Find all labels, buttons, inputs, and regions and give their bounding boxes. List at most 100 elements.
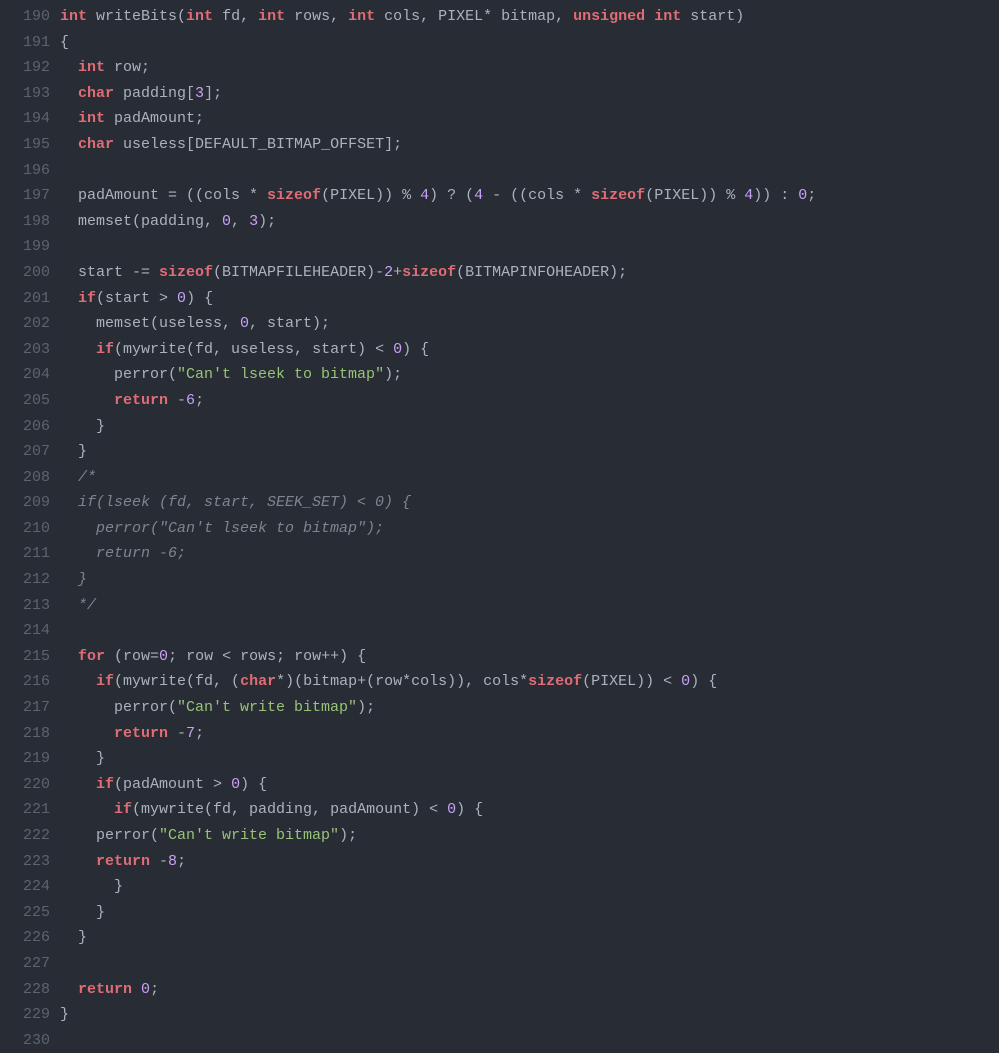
token-ident: (PIXEL)) % (645, 187, 744, 204)
token-keyword: int (78, 59, 105, 76)
line-number: 192 (0, 55, 50, 81)
token-keyword: return (96, 853, 150, 870)
token-num: 3 (249, 213, 258, 230)
code-area[interactable]: int writeBits(int fd, int rows, int cols… (60, 4, 999, 1053)
token-keyword: return (114, 725, 168, 742)
token-ident: row; (105, 59, 150, 76)
code-line[interactable]: memset(useless, 0, start); (60, 311, 999, 337)
line-number: 220 (0, 772, 50, 798)
line-number: 226 (0, 925, 50, 951)
token-ident: ) ? ( (429, 187, 474, 204)
code-line[interactable]: return -8; (60, 849, 999, 875)
line-number: 195 (0, 132, 50, 158)
line-number: 230 (0, 1028, 50, 1053)
code-line[interactable]: { (60, 30, 999, 56)
code-line[interactable]: return -7; (60, 721, 999, 747)
token-keyword: int (654, 8, 681, 25)
token-keyword: int (186, 8, 213, 25)
code-line[interactable]: if(mywrite(fd, padding, padAmount) < 0) … (60, 797, 999, 823)
code-line[interactable] (60, 1028, 999, 1053)
code-line[interactable]: return -6; (60, 388, 999, 414)
token-keyword2: sizeof (402, 264, 456, 281)
code-line[interactable]: char useless[DEFAULT_BITMAP_OFFSET]; (60, 132, 999, 158)
code-line[interactable]: for (row=0; row < rows; row++) { (60, 644, 999, 670)
token-ident: (start > (96, 290, 177, 307)
code-line[interactable]: if(mywrite(fd, (char*)(bitmap+(row*cols)… (60, 669, 999, 695)
code-line[interactable]: } (60, 414, 999, 440)
code-line[interactable] (60, 951, 999, 977)
code-line[interactable]: } (60, 746, 999, 772)
code-line[interactable]: if(lseek (fd, start, SEEK_SET) < 0) { (60, 490, 999, 516)
token-ident: , (231, 213, 249, 230)
token-ident: ) { (456, 801, 483, 818)
code-line[interactable]: perror("Can't lseek to bitmap"); (60, 362, 999, 388)
code-line[interactable]: } (60, 925, 999, 951)
token-string: "Can't write bitmap" (177, 699, 357, 716)
token-comment: if(lseek (fd, start, SEEK_SET) < 0) { (60, 494, 411, 511)
token-ident (60, 136, 78, 153)
line-number: 225 (0, 900, 50, 926)
code-line[interactable] (60, 234, 999, 260)
token-keyword: int (258, 8, 285, 25)
line-number: 201 (0, 286, 50, 312)
token-ident: ) { (690, 673, 717, 690)
token-ident (60, 85, 78, 102)
code-line[interactable]: */ (60, 593, 999, 619)
code-line[interactable]: int padAmount; (60, 106, 999, 132)
token-ident: (mywrite(fd, useless, start) < (114, 341, 393, 358)
code-line[interactable] (60, 618, 999, 644)
line-number: 194 (0, 106, 50, 132)
token-ident: *)(bitmap+(row*cols)), cols* (276, 673, 528, 690)
code-line[interactable]: } (60, 900, 999, 926)
token-ident: start) (681, 8, 744, 25)
token-keyword: char (78, 136, 114, 153)
code-line[interactable]: if(padAmount > 0) { (60, 772, 999, 798)
code-line[interactable]: perror("Can't write bitmap"); (60, 823, 999, 849)
code-line[interactable]: padAmount = ((cols * sizeof(PIXEL)) % 4)… (60, 183, 999, 209)
token-ident: } (60, 878, 123, 895)
code-line[interactable]: } (60, 874, 999, 900)
code-line[interactable]: return -6; (60, 541, 999, 567)
token-ident: (row= (105, 648, 159, 665)
token-ident: ); (357, 699, 375, 716)
token-keyword: if (96, 341, 114, 358)
token-ident: ); (258, 213, 276, 230)
code-line[interactable]: /* (60, 465, 999, 491)
token-ident (60, 392, 114, 409)
token-ident (60, 290, 78, 307)
token-num: 2 (384, 264, 393, 281)
line-number: 196 (0, 158, 50, 184)
token-ident (60, 801, 114, 818)
code-line[interactable]: if(start > 0) { (60, 286, 999, 312)
token-ident: useless[DEFAULT_BITMAP_OFFSET]; (114, 136, 402, 153)
code-line[interactable]: if(mywrite(fd, useless, start) < 0) { (60, 337, 999, 363)
line-number: 227 (0, 951, 50, 977)
code-line[interactable]: perror("Can't write bitmap"); (60, 695, 999, 721)
token-ident: (padAmount > (114, 776, 231, 793)
code-line[interactable]: int writeBits(int fd, int rows, int cols… (60, 4, 999, 30)
token-ident: - (168, 392, 186, 409)
token-keyword2: sizeof (528, 673, 582, 690)
code-line[interactable]: int row; (60, 55, 999, 81)
code-line[interactable]: } (60, 567, 999, 593)
code-line[interactable]: memset(padding, 0, 3); (60, 209, 999, 235)
token-ident: } (60, 750, 105, 767)
token-comment: perror("Can't lseek to bitmap"); (60, 520, 384, 537)
token-num: 3 (195, 85, 204, 102)
code-line[interactable]: char padding[3]; (60, 81, 999, 107)
code-line[interactable]: } (60, 439, 999, 465)
token-num: 6 (186, 392, 195, 409)
token-ident: ) { (240, 776, 267, 793)
token-string: "Can't lseek to bitmap" (177, 366, 384, 383)
token-num: 0 (393, 341, 402, 358)
code-line[interactable]: start -= sizeof(BITMAPFILEHEADER)-2+size… (60, 260, 999, 286)
code-line[interactable]: perror("Can't lseek to bitmap"); (60, 516, 999, 542)
token-keyword: for (78, 648, 105, 665)
token-num: 0 (798, 187, 807, 204)
code-editor[interactable]: 1901911921931941951961971981992002012022… (0, 0, 999, 1053)
code-line[interactable]: return 0; (60, 977, 999, 1003)
token-keyword2: sizeof (591, 187, 645, 204)
code-line[interactable] (60, 158, 999, 184)
token-ident: ) { (402, 341, 429, 358)
token-ident: (PIXEL)) % (321, 187, 420, 204)
